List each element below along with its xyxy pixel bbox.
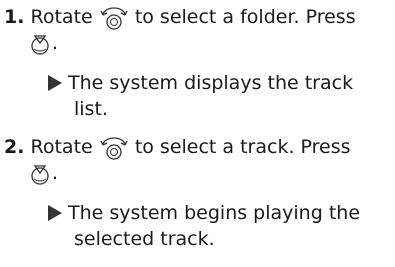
step-1-instruction: 1. Rotate to select a folder. Press	[4, 4, 356, 31]
step-2-rotate-text: Rotate	[30, 136, 93, 158]
step-1-rest-text: to select a folder. Press	[134, 6, 356, 28]
step-2-press-line: .	[28, 160, 58, 186]
step-2-result: The system begins playing the	[48, 200, 360, 226]
step-1-result-line2: list.	[74, 98, 108, 120]
step-2-result-line2: selected track.	[74, 228, 215, 250]
step-1-rotate-text: Rotate	[30, 6, 93, 28]
step-1-result-cont: list.	[74, 96, 108, 122]
step-2-result-line1: The system begins playing the	[68, 202, 361, 224]
interface-dial-rotate-icon	[99, 135, 129, 161]
instruction-page: 1. Rotate to select a folder. Press . Th…	[0, 0, 395, 267]
step-1-period: .	[52, 32, 59, 54]
interface-dial-rotate-icon	[99, 5, 129, 31]
step-2-instruction: 2. Rotate to select a track. Press	[4, 134, 351, 161]
step-2-rest-text: to select a track. Press	[134, 136, 351, 158]
result-arrow-icon	[48, 205, 62, 221]
step-1-press-line: .	[28, 30, 58, 56]
step-1-result-line1: The system displays the track	[68, 72, 354, 94]
step-2-result-cont: selected track.	[74, 226, 215, 252]
interface-dial-press-icon	[28, 32, 52, 56]
result-arrow-icon	[48, 75, 62, 91]
step-1-result: The system displays the track	[48, 70, 353, 96]
step-1-number: 1.	[4, 6, 25, 28]
step-2-number: 2.	[4, 136, 25, 158]
step-2-period: .	[52, 162, 59, 184]
interface-dial-press-icon	[28, 162, 52, 186]
